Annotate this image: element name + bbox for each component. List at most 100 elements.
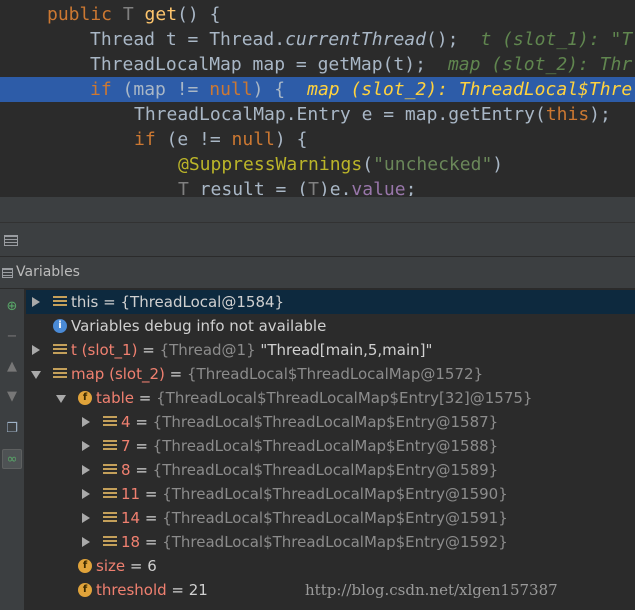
panel-splitter[interactable]: [0, 196, 635, 222]
code-keyword: null: [231, 129, 275, 150]
code-line-2: Thread t = Thread.currentThread(); t (slo…: [0, 27, 635, 52]
debug-toolbar: [0, 222, 635, 256]
variable-value: {Thread@1}: [159, 341, 256, 359]
code-text: ThreadLocalMap.Entry e = map.getEntry(: [134, 104, 546, 125]
inline-debug-hint: t (slot_1): "T: [480, 29, 633, 50]
variable-name: 4: [121, 413, 131, 431]
code-text: Thread t = Thread.: [90, 29, 286, 50]
code-keyword: if: [90, 79, 112, 100]
info-icon: i: [53, 319, 67, 333]
variable-name: this: [71, 293, 99, 311]
object-icon: [53, 296, 67, 308]
variable-name: 8: [121, 461, 131, 479]
code-text: () {: [177, 4, 221, 25]
variable-name: size: [96, 557, 126, 575]
info-message: Variables debug info not available: [71, 317, 327, 335]
variable-value-string: "Thread[main,5,main]": [255, 341, 433, 359]
code-text: ) {: [274, 129, 308, 150]
variable-name: map (slot_2): [71, 365, 165, 383]
field-icon: f: [78, 559, 92, 573]
minus-icon[interactable]: −: [2, 327, 22, 347]
code-string: "unchecked": [373, 154, 493, 175]
collapse-arrow-icon[interactable]: [31, 371, 41, 379]
variable-value: {ThreadLocal$ThreadLocalMap$Entry[32]@15…: [156, 389, 533, 407]
field-icon: f: [78, 391, 92, 405]
variable-name: 11: [121, 485, 141, 503]
expand-arrow-icon[interactable]: [82, 417, 90, 427]
tree-row-entry-8[interactable]: 8 = {ThreadLocal$ThreadLocalMap$Entry@15…: [26, 458, 635, 482]
array-element-icon: [103, 512, 117, 524]
variables-panel-icon: [2, 268, 13, 278]
tree-row-map[interactable]: map (slot_2) = {ThreadLocal$ThreadLocalM…: [26, 362, 635, 386]
frames-icon[interactable]: [4, 235, 18, 246]
code-text: ();: [425, 29, 459, 50]
code-line-8: T result = (T)e.value;: [0, 177, 635, 196]
code-field: value: [351, 179, 406, 196]
tree-row-entry-7[interactable]: 7 = {ThreadLocal$ThreadLocalMap$Entry@15…: [26, 434, 635, 458]
code-keyword: if: [134, 129, 156, 150]
array-element-icon: [103, 464, 117, 476]
code-keyword: this: [545, 104, 590, 125]
array-element-icon: [103, 488, 117, 500]
inline-debug-hint: map (slot_2): Thr: [447, 54, 633, 75]
object-icon: [53, 368, 67, 380]
object-icon: [53, 344, 67, 356]
code-type: T: [308, 179, 319, 196]
variable-name: table: [96, 389, 134, 407]
code-line-1: public T get() {: [0, 2, 635, 27]
variable-value: {ThreadLocal@1584}: [120, 293, 285, 311]
code-keyword: public: [47, 4, 113, 25]
code-editor[interactable]: public T get() { Thread t = Thread.curre…: [0, 0, 635, 196]
copy-icon[interactable]: ❐: [2, 419, 22, 439]
variable-value: {ThreadLocal$ThreadLocalMap$Entry@1590}: [162, 485, 508, 503]
tree-row-table[interactable]: f table = {ThreadLocal$ThreadLocalMap$En…: [26, 386, 635, 410]
code-text: ): [492, 154, 504, 175]
code-line-5: ThreadLocalMap.Entry e = map.getEntry(th…: [0, 102, 635, 127]
tree-row-entry-14[interactable]: 14 = {ThreadLocal$ThreadLocalMap$Entry@1…: [26, 506, 635, 530]
code-annotation: @SuppressWarnings: [178, 154, 363, 175]
code-call: currentThread: [285, 29, 426, 50]
variable-value: {ThreadLocal$ThreadLocalMap$Entry@1588}: [152, 437, 499, 455]
expand-arrow-icon[interactable]: [32, 345, 40, 355]
variable-value: {ThreadLocal$ThreadLocalMap$Entry@1589}: [152, 461, 499, 479]
watch-icon[interactable]: ∞: [2, 449, 22, 469]
tree-row-entry-18[interactable]: 18 = {ThreadLocal$ThreadLocalMap$Entry@1…: [26, 530, 635, 554]
variable-value: {ThreadLocal$ThreadLocalMap$Entry@1591}: [162, 509, 508, 527]
tree-row-t[interactable]: t (slot_1) = {Thread@1} "Thread[main,5,m…: [26, 338, 635, 362]
code-text: ThreadLocalMap map = getMap(t);: [90, 54, 426, 75]
tree-row-info: i Variables debug info not available: [26, 314, 635, 338]
code-text: result = (: [188, 179, 309, 196]
collapse-arrow-icon[interactable]: [56, 395, 66, 403]
code-type: T: [112, 4, 145, 25]
code-text: (: [362, 154, 374, 175]
variable-value: {ThreadLocal$ThreadLocalMap$Entry@1587}: [152, 413, 499, 431]
code-line-3: ThreadLocalMap map = getMap(t); map (slot…: [0, 52, 635, 77]
tree-row-entry-4[interactable]: 4 = {ThreadLocal$ThreadLocalMap$Entry@15…: [26, 410, 635, 434]
new-watch-icon[interactable]: ⊕: [2, 297, 22, 317]
code-text: );: [589, 104, 611, 125]
inline-debug-hint: map (slot_2): ThreadLocal$Thre: [307, 79, 633, 100]
expand-arrow-icon[interactable]: [82, 537, 90, 547]
expand-arrow-icon[interactable]: [82, 465, 90, 475]
variable-value: {ThreadLocal$ThreadLocalMap@1572}: [187, 365, 484, 383]
code-type: T: [178, 179, 189, 196]
code-text: ;: [405, 179, 417, 196]
variable-name: 7: [121, 437, 131, 455]
expand-arrow-icon[interactable]: [82, 489, 90, 499]
variables-side-toolbar: ⊕ − ▲ ▼ ❐ ∞: [0, 289, 25, 610]
expand-arrow-icon[interactable]: [82, 441, 90, 451]
variable-value: 21: [188, 581, 208, 599]
tree-row-this[interactable]: this = {ThreadLocal@1584}: [26, 290, 635, 314]
variables-panel-title: Variables: [16, 264, 80, 280]
tree-row-size[interactable]: f size = 6: [26, 554, 635, 578]
array-element-icon: [103, 440, 117, 452]
down-icon[interactable]: ▼: [2, 387, 22, 407]
tree-row-entry-11[interactable]: 11 = {ThreadLocal$ThreadLocalMap$Entry@1…: [26, 482, 635, 506]
up-icon[interactable]: ▲: [2, 357, 22, 377]
code-text: (map !=: [111, 79, 210, 100]
variables-tree[interactable]: this = {ThreadLocal@1584} i Variables de…: [26, 289, 635, 610]
variable-name: 18: [121, 533, 141, 551]
variables-panel-header: Variables: [0, 256, 635, 289]
expand-arrow-icon[interactable]: [82, 513, 90, 523]
expand-arrow-icon[interactable]: [32, 297, 40, 307]
